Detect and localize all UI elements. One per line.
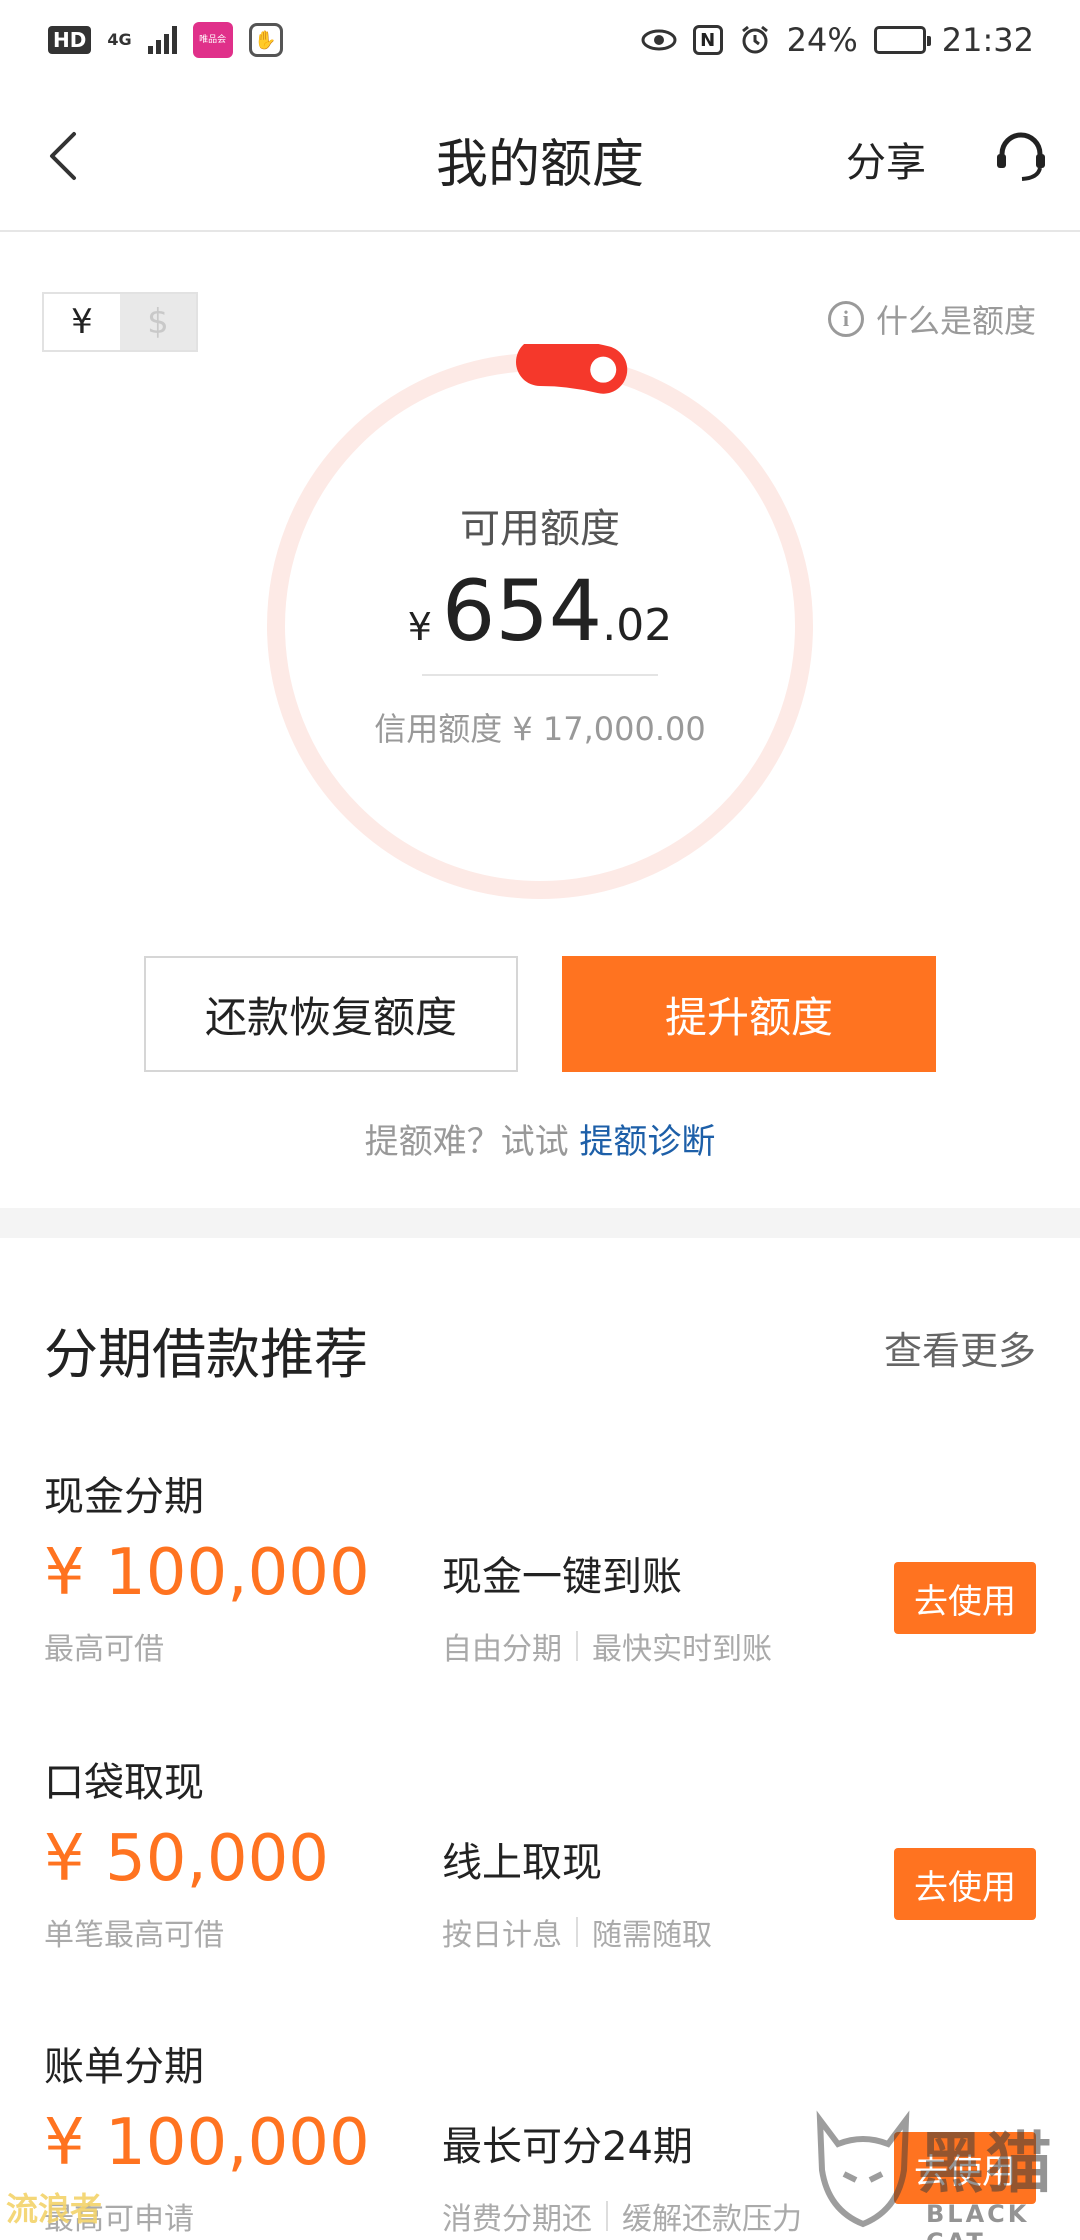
available-amount-integer: 654: [441, 562, 603, 660]
clock: 21:32: [941, 21, 1034, 59]
product-amount: ¥ 100,000: [44, 1536, 370, 1610]
credit-limit: 信用额度 ¥ 17,000.00: [374, 710, 706, 748]
share-button[interactable]: 分享: [846, 130, 926, 188]
product-card-pocket-cash: 口袋取现 ¥ 50,000 单笔最高可借 线上取现 按日计息 随需随取 去使用: [0, 1750, 1080, 2034]
diagnosis-link[interactable]: 提额诊断: [579, 1122, 715, 1162]
product-name: 现金分期: [44, 1474, 204, 1520]
status-right: N 24% 21:32: [641, 21, 1034, 59]
currency-toggle[interactable]: ¥ $: [42, 292, 198, 352]
hd-badge: HD: [48, 26, 92, 54]
product-amount-label: 单笔最高可借: [44, 1918, 224, 1953]
product-tags: 自由分期 最快实时到账: [442, 1624, 772, 1668]
recommend-title: 分期借款推荐: [44, 1323, 368, 1386]
nav-bar: 我的额度 分享: [0, 80, 1080, 232]
product-tag: 消费分期还: [442, 2202, 592, 2237]
product-amount: ¥ 50,000: [44, 1822, 329, 1896]
product-tag: 按日计息: [442, 1918, 562, 1953]
product-desc: 最长可分24期: [442, 2124, 693, 2170]
status-bar: HD 4G 唯品会 ✋ N 24% 21:32: [0, 0, 1080, 80]
quota-ring: 可用额度 ¥ 654 .02 信用额度 ¥ 17,000.00: [258, 344, 822, 908]
available-quota-amount: ¥ 654 .02: [258, 562, 822, 660]
watermark-brand-cn: 黑猫: [918, 2125, 1054, 2202]
currency-cny-option[interactable]: ¥: [44, 294, 120, 350]
status-left: HD 4G 唯品会 ✋: [48, 22, 283, 58]
watermark-left: 流浪者: [6, 2190, 103, 2228]
tag-separator: [576, 1631, 578, 1661]
tag-separator: [606, 2201, 608, 2231]
product-tag: 自由分期: [442, 1632, 562, 1667]
product-tags: 按日计息 随需随取: [442, 1910, 712, 1954]
diagnosis-prefix: 提额难？试试: [364, 1122, 569, 1162]
product-amount-label: 最高可借: [44, 1632, 164, 1667]
use-button[interactable]: 去使用: [894, 1848, 1036, 1920]
nfc-icon: N: [692, 25, 723, 55]
watermark-right: 黑猫 BLACK CAT: [808, 2100, 1076, 2240]
product-name: 口袋取现: [44, 1760, 204, 1806]
what-is-quota-label: 什么是额度: [875, 302, 1036, 340]
app-notification-icon: 唯品会: [192, 22, 233, 58]
diagnosis-hint: 提额难？试试 提额诊断: [0, 1114, 1080, 1163]
product-card-cash-installment: 现金分期 ¥ 100,000 最高可借 现金一键到账 自由分期 最快实时到账 去…: [0, 1464, 1080, 1748]
product-desc: 现金一键到账: [442, 1554, 682, 1600]
loan-recommendations: 分期借款推荐 查看更多 现金分期 ¥ 100,000 最高可借 现金一键到账 自…: [0, 1238, 1080, 2240]
repay-restore-button[interactable]: 还款恢复额度: [144, 956, 518, 1072]
customer-service-icon[interactable]: [992, 128, 1050, 186]
section-divider: [0, 1208, 1080, 1238]
info-icon: i: [827, 301, 864, 337]
product-tag: 最快实时到账: [592, 1632, 772, 1667]
quota-center: 可用额度 ¥ 654 .02 信用额度 ¥ 17,000.00: [258, 344, 822, 908]
view-more-link[interactable]: 查看更多: [884, 1320, 1036, 1375]
use-button[interactable]: 去使用: [894, 1562, 1036, 1634]
available-currency-symbol: ¥: [407, 605, 432, 649]
eye-icon: [641, 29, 677, 51]
product-tag: 随需随取: [592, 1918, 712, 1953]
battery-icon: [873, 26, 931, 54]
amount-divider: [422, 674, 658, 676]
alarm-icon: [741, 25, 768, 54]
product-name: 账单分期: [44, 2044, 204, 2090]
available-amount-decimal: .02: [602, 600, 673, 651]
black-cat-logo-icon: [816, 2110, 910, 2228]
available-quota-label: 可用额度: [460, 506, 620, 552]
currency-usd-option[interactable]: $: [120, 294, 196, 350]
what-is-quota-link[interactable]: i 什么是额度: [827, 296, 1036, 342]
product-tags: 消费分期还 缓解还款压力: [442, 2194, 802, 2238]
product-amount: ¥ 100,000: [44, 2106, 370, 2180]
watermark-brand-en: BLACK CAT: [926, 2200, 1030, 2240]
hand-icon: ✋: [248, 23, 283, 57]
product-tag: 缓解还款压力: [622, 2202, 802, 2237]
battery-percent: 24%: [786, 21, 858, 59]
product-desc: 线上取现: [442, 1840, 602, 1886]
network-type: 4G: [107, 30, 132, 49]
quota-section: ¥ $ i 什么是额度 可用额度 ¥ 654 .02 信用额度 ¥ 17,000…: [0, 234, 1080, 1208]
raise-quota-button[interactable]: 提升额度: [562, 956, 936, 1072]
tag-separator: [576, 1917, 578, 1947]
signal-icon: [147, 26, 177, 54]
